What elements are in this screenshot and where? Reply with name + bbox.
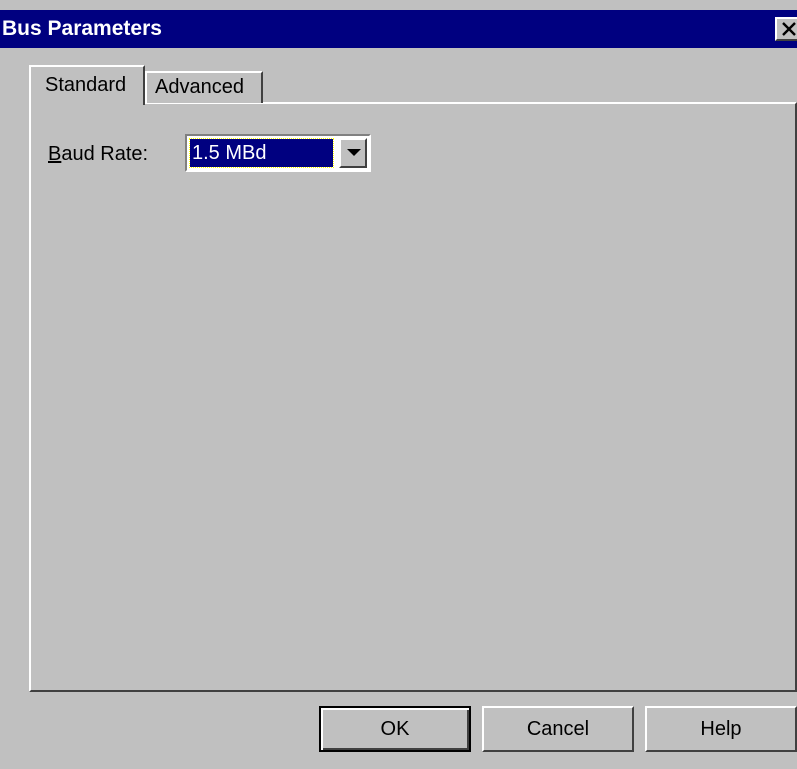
baud-rate-label-text: aud Rate: <box>61 143 149 165</box>
cancel-button[interactable]: Cancel <box>482 706 634 752</box>
tab-advanced[interactable]: Advanced <box>145 71 263 103</box>
tab-advanced-label: Advanced <box>155 76 244 98</box>
close-button[interactable] <box>775 17 797 41</box>
help-button[interactable]: Help <box>645 706 797 752</box>
title-bar[interactable]: Bus Parameters <box>0 10 797 48</box>
baud-rate-dropdown[interactable]: 1.5 MBd <box>185 134 371 172</box>
ok-button[interactable]: OK <box>319 706 471 752</box>
baud-rate-accelerator: B <box>48 143 62 165</box>
chevron-down-icon <box>347 149 361 156</box>
baud-rate-selected-value: 1.5 MBd <box>189 138 334 168</box>
window-title: Bus Parameters <box>2 17 162 40</box>
tab-panel-standard <box>29 102 797 692</box>
tab-standard[interactable]: Standard <box>29 65 145 105</box>
tab-standard-label: Standard <box>45 74 127 96</box>
bus-parameters-dialog: Bus Parameters Standard Advanced Baud Ra… <box>0 0 797 769</box>
dropdown-button[interactable] <box>339 138 367 168</box>
baud-rate-label: Baud Rate: <box>48 143 148 166</box>
active-tab-joint <box>31 100 143 105</box>
close-icon <box>782 22 796 36</box>
